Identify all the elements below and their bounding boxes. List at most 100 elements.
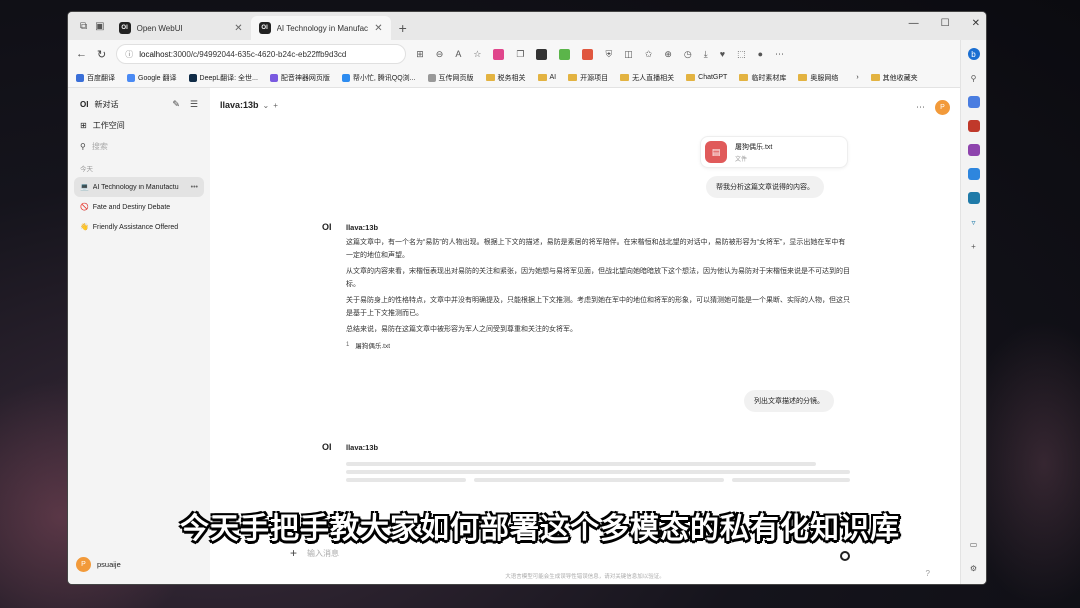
bookmark-item[interactable]: 百度翻译: [76, 73, 115, 83]
user-name: psuaije: [97, 560, 121, 569]
url-path: :3000/c/94992044-635c-4620-b24c-eb22ffb9…: [170, 49, 347, 59]
avatar: P: [76, 557, 91, 572]
chat-emoji-icon: 👋: [80, 224, 89, 231]
games-icon[interactable]: [967, 144, 980, 156]
model-selector[interactable]: llava:13b ⌄ +: [220, 100, 278, 110]
close-window-icon[interactable]: ✕: [972, 18, 980, 29]
file-attachment[interactable]: ▤ 屠狗偶乐.txt 文件: [700, 136, 848, 168]
avatar[interactable]: P: [935, 100, 950, 115]
refresh-icon[interactable]: ↻: [97, 48, 106, 61]
office-icon[interactable]: [967, 168, 980, 180]
bookmark-item[interactable]: 互传网页版: [427, 73, 474, 83]
bookmark-item[interactable]: 帮小忙, 腾讯QQ浏...: [341, 73, 416, 83]
bookmark-folder[interactable]: 无人直播相关: [620, 73, 674, 83]
tab-title: Open WebUI: [136, 23, 183, 33]
openwebui-logo-icon: OI: [322, 442, 332, 452]
copilot-icon[interactable]: b: [967, 48, 980, 60]
new-chat-button[interactable]: OI 新对话: [74, 94, 124, 115]
favorite-star-icon[interactable]: ☆: [473, 49, 481, 60]
chevron-right-icon[interactable]: ›: [856, 74, 858, 81]
add-icon[interactable]: +: [968, 240, 980, 252]
back-icon[interactable]: ←: [76, 48, 87, 60]
assistant-message: OI llava:13b 这篇文章中，有一个名为“易防”的人物出现。根据上下文的…: [322, 222, 852, 350]
bookmarks-bar: 百度翻译 Google 翻译 DeepL翻译: 全世... 配音神器网页版 帮小…: [68, 68, 986, 88]
outlook-icon[interactable]: [967, 192, 980, 204]
bookmark-item[interactable]: Google 翻译: [127, 73, 177, 83]
minimize-icon[interactable]: —: [909, 18, 919, 29]
edge-sidebar: b ⚲ ▿ + ▭ ⚙: [960, 40, 986, 584]
close-tab-icon[interactable]: ✕: [234, 23, 242, 34]
bookmark-folder[interactable]: 开源项目: [568, 73, 608, 83]
tab-open-webui[interactable]: OI Open WebUI ✕: [111, 16, 251, 40]
bookmark-folder[interactable]: ChatGPT: [686, 74, 727, 81]
tools-icon[interactable]: [967, 120, 980, 132]
sidebar-chat-item[interactable]: 💻 AI Technology in Manufactu •••: [74, 177, 204, 197]
bookmark-folder[interactable]: AI: [537, 74, 556, 81]
menu-icon[interactable]: ☰: [190, 99, 198, 110]
history-icon[interactable]: ◷: [684, 49, 692, 60]
workspace-link[interactable]: ⊞ 工作空间: [74, 115, 204, 136]
citation-item[interactable]: 1 屠狗偶乐.txt: [346, 340, 852, 350]
voice-mode-icon[interactable]: [840, 551, 850, 561]
tab-ai-technology[interactable]: OI AI Technology in Manufactu ✕: [250, 16, 391, 40]
sidebar-chat-item[interactable]: 🚫 Fate and Destiny Debate: [74, 197, 204, 217]
tab-actions-icon[interactable]: ▣: [95, 21, 104, 32]
download-icon[interactable]: ⤓: [704, 49, 708, 60]
maximize-icon[interactable]: ☐: [941, 18, 950, 29]
address-bar[interactable]: ⓘ localhost:3000/c/94992044-635c-4620-b2…: [116, 44, 407, 64]
section-label: 今天: [80, 166, 93, 173]
tab-title: AI Technology in Manufactu: [276, 23, 369, 33]
new-tab-button[interactable]: +: [391, 16, 415, 40]
app-available-icon[interactable]: ⊞: [416, 49, 424, 60]
file-icon: ▤: [705, 141, 727, 163]
favorites-icon[interactable]: ✩: [645, 49, 653, 60]
search-input[interactable]: ⚲ 搜索: [74, 136, 204, 157]
user-menu[interactable]: P psuaije: [76, 557, 121, 572]
tab-strip: ⧉ ▣ OI Open WebUI ✕ OI AI Technology in …: [68, 12, 986, 40]
bookmark-folder[interactable]: 奥服网络: [798, 73, 838, 83]
video-subtitle: 今天手把手教大家如何部署这个多模态的私有化知识库: [179, 511, 900, 545]
profile-icon[interactable]: ●: [758, 49, 763, 59]
bookmark-folder[interactable]: 税务相关: [485, 73, 526, 83]
edit-icon[interactable]: ✎: [172, 99, 180, 110]
assistant-paragraph: 这篇文章中，有一个名为“易防”的人物出现。根据上下文的描述，易防是素居的将军陪伴…: [346, 239, 846, 259]
browser-window: ⧉ ▣ OI Open WebUI ✕ OI AI Technology in …: [68, 12, 986, 584]
help-icon[interactable]: ?: [926, 569, 930, 578]
bookmark-folder[interactable]: 临时素材库: [739, 73, 786, 83]
disclaimer: 大语言模型可能会生成误导性错误信息，请对关键信息加以验证。: [505, 574, 665, 580]
workspaces-icon[interactable]: ⧉: [80, 21, 87, 32]
close-tab-icon[interactable]: ✕: [374, 23, 382, 34]
bookmark-item[interactable]: 配音神器网页版: [269, 73, 330, 83]
search-icon[interactable]: ⚲: [968, 72, 980, 84]
openwebui-favicon-icon: OI: [258, 22, 271, 34]
search-icon: ⚲: [80, 142, 86, 151]
extension-icon[interactable]: [536, 48, 548, 60]
assistant-paragraph: 总结来说，易防在这篇文章中被形容为军人之间受到尊重和关注的女将军。: [346, 326, 577, 333]
more-icon[interactable]: ⋯: [916, 102, 925, 113]
sidebar-chat-item[interactable]: 👋 Friendly Assistance Offered: [74, 217, 204, 237]
more-icon[interactable]: ⋯: [775, 49, 784, 60]
zoom-icon[interactable]: ⊖: [436, 49, 444, 60]
copy-icon[interactable]: ❐: [516, 49, 524, 60]
read-aloud-icon[interactable]: A: [455, 49, 461, 59]
more-options-icon[interactable]: •••: [191, 184, 198, 191]
drop-icon[interactable]: ▿: [968, 216, 980, 228]
bookmark-folder[interactable]: 其他收藏夹: [870, 73, 918, 83]
shield-icon[interactable]: ⛨: [605, 49, 612, 60]
add-attachment-icon[interactable]: +: [290, 546, 297, 560]
assistant-paragraph: 关于易防身上的性格特点，文章中并没有明确提及，只能根据上下文推测。考虑到她在军中…: [346, 297, 850, 317]
extension-icon[interactable]: [493, 48, 505, 60]
bookmark-item[interactable]: DeepL翻译: 全世...: [188, 73, 258, 83]
add-model-button[interactable]: +: [273, 101, 278, 110]
shopping-icon[interactable]: [967, 96, 980, 108]
assistant-paragraph: 从文章的内容来看，宋楷恒表现出对易防的关注和紧张，因为她想与易将军见面，但战北望…: [346, 268, 850, 288]
collections-icon[interactable]: ⊕: [664, 49, 672, 60]
split-screen-icon[interactable]: ◫: [624, 49, 633, 60]
settings-icon[interactable]: ⚙: [968, 562, 980, 574]
assistant-message-loading: OI llava:13b: [322, 442, 852, 486]
extension-icon[interactable]: [559, 48, 571, 60]
extension-icon[interactable]: [582, 48, 594, 60]
openwebui-logo-icon: OI: [322, 222, 332, 232]
performance-icon[interactable]: ♥: [720, 49, 725, 59]
screenshot-icon[interactable]: ⬚: [737, 49, 746, 60]
